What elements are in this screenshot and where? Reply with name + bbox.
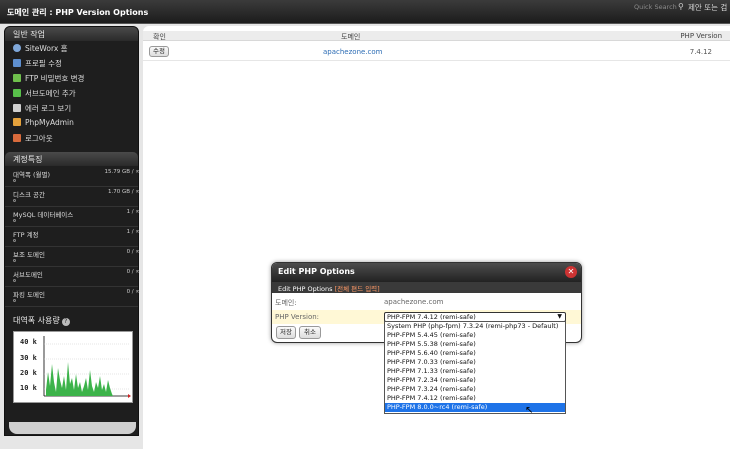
- sidebar-item-siteworx-home[interactable]: SiteWorx 홈: [13, 43, 68, 56]
- stat-label: 디스크 공간: [13, 191, 45, 199]
- stat-bandwidth: 대역폭 (월별) 15.79 GB / ∞: [5, 169, 140, 188]
- subtitle-text: Edit PHP Options: [278, 285, 333, 293]
- sidebar-item-edit-profile[interactable]: 프로필 수정: [13, 58, 62, 71]
- stat-label: 파킹 도메인: [13, 291, 45, 299]
- quick-search-label: Quick Search: [634, 3, 677, 11]
- account-features-heading: 계정특징: [5, 152, 138, 166]
- stat-mysql-databases: MySQL 데이터베이스 1 / ∞: [5, 209, 140, 228]
- sidebar-item-phpmyadmin[interactable]: PhpMyAdmin: [13, 118, 74, 131]
- column-header-domain[interactable]: 도메인: [341, 32, 360, 42]
- usage-indicator: [13, 199, 16, 202]
- log-icon: [13, 104, 21, 112]
- dropdown-option[interactable]: PHP-FPM 7.2.34 (remi-safe): [385, 376, 565, 385]
- column-header-php-version[interactable]: PHP Version: [680, 32, 722, 40]
- dropdown-option[interactable]: PHP-FPM 7.4.12 (remi-safe): [385, 394, 565, 403]
- dropdown-option[interactable]: System PHP (php-fpm) 7.3.24 (remi-php73 …: [385, 322, 565, 331]
- usage-indicator: [13, 219, 16, 222]
- sidebar-item-label: 서브도메인 추가: [25, 89, 76, 98]
- stat-disk-space: 디스크 공간 1.70 GB / ∞: [5, 189, 140, 208]
- bandwidth-plot: [43, 336, 131, 398]
- dropdown-option[interactable]: PHP-FPM 7.3.24 (remi-safe): [385, 385, 565, 394]
- home-icon: [13, 44, 21, 52]
- dialog-subtitle: Edit PHP Options [전체 편드 입력]: [272, 282, 581, 293]
- usage-indicator: [13, 239, 16, 242]
- quick-search-input[interactable]: 제안 또는 검: [688, 2, 727, 13]
- dropdown-option[interactable]: PHP-FPM 7.1.33 (remi-safe): [385, 367, 565, 376]
- stat-value: 0 / ∞: [126, 249, 140, 255]
- sidebar-item-label: 프로필 수정: [25, 59, 62, 68]
- help-icon[interactable]: ?: [61, 318, 70, 326]
- save-button[interactable]: 저장: [276, 326, 296, 339]
- stat-label: 보조 도메인: [13, 251, 45, 259]
- page-title: 도메인 관리 : PHP Version Options: [7, 8, 149, 17]
- table-header: 확인 도메인 PHP Version: [143, 31, 730, 41]
- edit-button[interactable]: 수정: [149, 46, 169, 57]
- sidebar-footer: [9, 422, 136, 434]
- stat-label: 서브도메인: [13, 271, 43, 279]
- selected-value: PHP-FPM 7.4.12 (remi-safe): [387, 313, 476, 321]
- dropdown-option[interactable]: PHP-FPM 5.5.38 (remi-safe): [385, 340, 565, 349]
- close-icon[interactable]: ✕: [565, 266, 577, 278]
- sidebar-item-label: SiteWorx 홈: [25, 44, 68, 53]
- search-icon[interactable]: ⚲: [678, 2, 684, 11]
- top-bar: 도메인 관리 : PHP Version Options Quick Searc…: [0, 0, 730, 24]
- sidebar-item-logout[interactable]: 로그아웃: [13, 133, 53, 146]
- stat-value: 15.79 GB / ∞: [104, 169, 140, 175]
- sidebar-item-add-subdomain[interactable]: 서브도메인 추가: [13, 88, 76, 101]
- usage-indicator: [13, 279, 16, 282]
- ftp-user-icon: [13, 74, 21, 82]
- dialog-title: Edit PHP Options: [272, 263, 581, 282]
- dropdown-option[interactable]: PHP-FPM 5.4.45 (remi-safe): [385, 331, 565, 340]
- stat-addon-domains: 보조 도메인 0 / ∞: [5, 249, 140, 268]
- general-tasks-heading: 일반 작업: [5, 27, 138, 41]
- domain-link[interactable]: apachezone.com: [323, 48, 383, 56]
- sidebar: 일반 작업 SiteWorx 홈 프로필 수정 FTP 비밀번호 변경 서브도메…: [4, 26, 140, 436]
- bandwidth-usage-title: 대역폭 사용량: [13, 316, 60, 325]
- bandwidth-graph: 40 k 30 k 20 k 10 k: [13, 331, 133, 403]
- dropdown-option[interactable]: PHP-FPM 7.0.33 (remi-safe): [385, 358, 565, 367]
- stat-ftp-accounts: FTP 계정 1 / ∞: [5, 229, 140, 248]
- domain-label: 도메인:: [275, 299, 297, 307]
- domain-field: 도메인: apachezone.com: [272, 295, 581, 309]
- stat-value: 1.70 GB / ∞: [108, 189, 140, 195]
- subtitle-warning: [전체 편드 입력]: [334, 285, 380, 293]
- chevron-down-icon: ▼: [557, 313, 562, 320]
- stat-subdomains: 서브도메인 0 / ∞: [5, 269, 140, 288]
- usage-indicator: [13, 299, 16, 302]
- stat-value: 0 / ∞: [126, 269, 140, 275]
- cancel-button[interactable]: 취소: [299, 326, 321, 339]
- bandwidth-usage-heading: 대역폭 사용량?: [13, 315, 70, 326]
- dropdown-option-highlighted[interactable]: PHP-FPM 8.0.0~rc4 (remi-safe): [385, 403, 565, 412]
- php-version-label: PHP Version:: [275, 313, 320, 321]
- stat-label: FTP 계정: [13, 231, 39, 239]
- dropdown-option[interactable]: PHP-FPM 5.6.40 (remi-safe): [385, 349, 565, 358]
- domain-value: apachezone.com: [384, 298, 444, 306]
- mouse-cursor-icon: ↖: [525, 405, 534, 416]
- subdomain-icon: [13, 89, 21, 97]
- sidebar-item-label: PhpMyAdmin: [25, 118, 74, 127]
- usage-indicator: [13, 179, 16, 182]
- stat-label: 대역폭 (월별): [13, 171, 51, 179]
- phpmyadmin-icon: [13, 118, 21, 126]
- sidebar-item-label: FTP 비밀번호 변경: [25, 74, 85, 83]
- usage-indicator: [13, 259, 16, 262]
- sidebar-item-error-log[interactable]: 에러 로그 보기: [13, 103, 71, 116]
- stat-value: 1 / ∞: [126, 209, 140, 215]
- php-version-dropdown[interactable]: System PHP (php-fpm) 7.3.24 (remi-php73 …: [384, 321, 566, 414]
- logout-icon: [13, 134, 21, 142]
- table-row: 수정 apachezone.com 7.4.12: [143, 42, 730, 61]
- stat-value: 0 / ∞: [126, 289, 140, 295]
- stat-parked-domains: 파킹 도메인 0 / ∞: [5, 289, 140, 308]
- sidebar-item-label: 로그아웃: [25, 134, 53, 143]
- stat-value: 1 / ∞: [126, 229, 140, 235]
- sidebar-item-label: 에러 로그 보기: [25, 104, 72, 113]
- php-version-value: 7.4.12: [689, 48, 712, 56]
- sidebar-item-ftp-password[interactable]: FTP 비밀번호 변경: [13, 73, 84, 86]
- stat-label: MySQL 데이터베이스: [13, 211, 74, 219]
- column-header-confirm[interactable]: 확인: [153, 32, 166, 42]
- profile-icon: [13, 59, 21, 67]
